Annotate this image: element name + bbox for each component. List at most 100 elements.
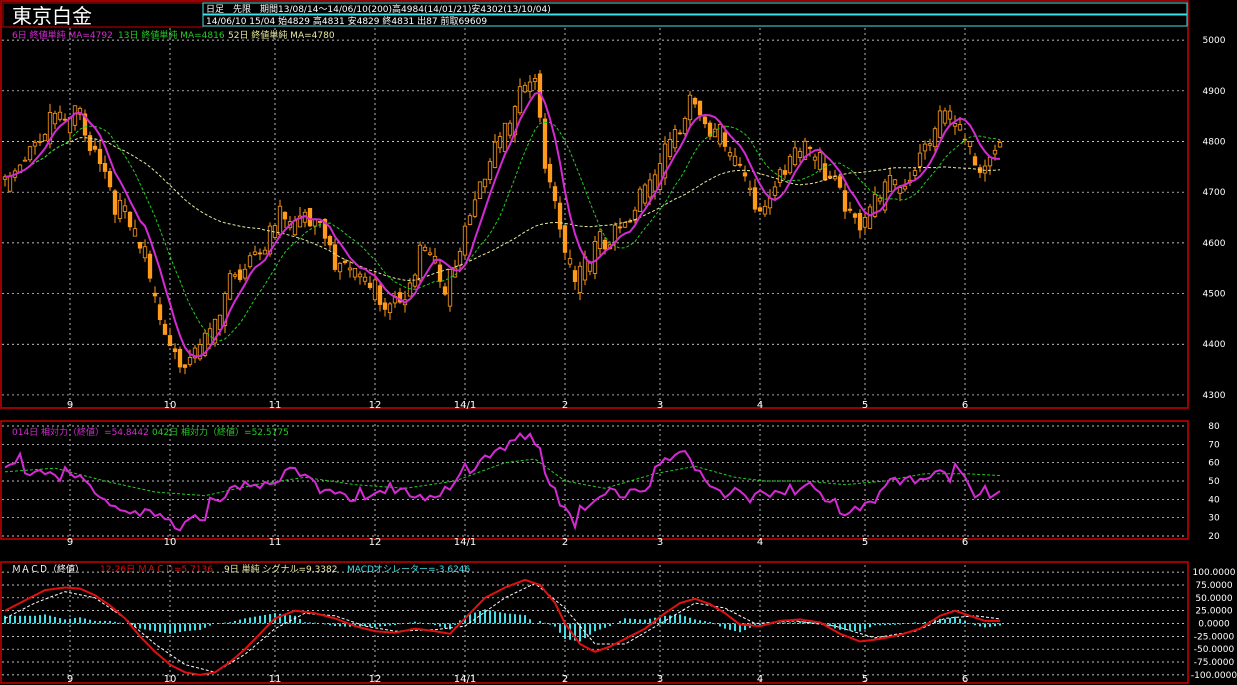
candle-body bbox=[107, 171, 113, 188]
x-tick-label: 11 bbox=[269, 674, 282, 685]
price-ytick-label: 4300 bbox=[1203, 391, 1226, 401]
candle-body bbox=[32, 142, 38, 147]
rsi-frame bbox=[0, 420, 1189, 540]
macd-ytick-label: 25.0000 bbox=[1195, 607, 1232, 617]
candle-body bbox=[112, 190, 118, 215]
candle-body bbox=[697, 100, 703, 116]
candle-body bbox=[327, 235, 333, 246]
legend-signal: 9日 単純 シグナル=9.3382 bbox=[224, 563, 337, 575]
candle-body bbox=[337, 262, 343, 273]
candle-body bbox=[972, 156, 978, 166]
price-ytick-label: 4900 bbox=[1203, 87, 1226, 97]
candle-body bbox=[532, 78, 538, 82]
candle-body bbox=[817, 152, 823, 170]
candle-body bbox=[797, 151, 803, 158]
candle-body bbox=[747, 187, 753, 190]
candle-body bbox=[667, 139, 673, 157]
legend-macd-name: ＭＡＣＤ（終値） bbox=[12, 563, 84, 575]
candle-body bbox=[437, 264, 443, 282]
candle-body bbox=[782, 170, 788, 175]
candle-body bbox=[277, 205, 283, 235]
candle-body bbox=[147, 253, 153, 279]
candle-body bbox=[692, 97, 698, 105]
x-tick-label: 14/1 bbox=[454, 400, 476, 411]
price-ytick-label: 4800 bbox=[1203, 138, 1226, 148]
candle-body bbox=[887, 175, 893, 192]
candle-body bbox=[477, 181, 483, 200]
rsi-ytick-label: 70 bbox=[1208, 440, 1220, 450]
candle-body bbox=[867, 206, 873, 229]
candle-body bbox=[117, 199, 123, 219]
legend-rsi42: 042日 相対力（終値）=52.5775 bbox=[152, 426, 289, 438]
candle-body bbox=[522, 84, 528, 93]
candle-body bbox=[672, 129, 678, 149]
candle-body bbox=[22, 159, 28, 162]
candle-body bbox=[7, 175, 13, 192]
candle-body bbox=[177, 348, 183, 368]
candle-body bbox=[422, 246, 428, 251]
x-tick-label: 9 bbox=[67, 537, 73, 548]
macd-ytick-label: 100.0000 bbox=[1193, 568, 1236, 578]
candle-body bbox=[807, 146, 813, 149]
x-tick-label: 12 bbox=[369, 537, 382, 548]
candle-body bbox=[157, 304, 163, 321]
candle-body bbox=[257, 252, 263, 255]
candle-body bbox=[517, 86, 523, 114]
price-ytick-label: 4600 bbox=[1203, 239, 1226, 249]
candle-body bbox=[677, 132, 683, 135]
candle-body bbox=[127, 211, 133, 228]
candle-body bbox=[527, 81, 533, 92]
candle-body bbox=[167, 335, 173, 347]
candle-body bbox=[377, 285, 383, 305]
x-tick-label: 10 bbox=[164, 537, 177, 548]
candle-body bbox=[347, 267, 353, 271]
candle-body bbox=[252, 251, 258, 255]
candle-body bbox=[27, 146, 33, 161]
candle-body bbox=[792, 147, 798, 166]
candle-body bbox=[787, 155, 793, 174]
candle-body bbox=[412, 274, 418, 287]
candle-body bbox=[737, 163, 743, 166]
candle-body bbox=[602, 239, 608, 250]
x-tick-label: 10 bbox=[164, 400, 177, 411]
x-tick-label: 9 bbox=[67, 400, 73, 411]
x-tick-label: 4 bbox=[757, 674, 763, 685]
candle-body bbox=[842, 190, 848, 212]
macd-ytick-label: 0.0000 bbox=[1198, 620, 1230, 630]
candle-body bbox=[837, 176, 843, 188]
candle-body bbox=[492, 141, 498, 168]
candle-body bbox=[232, 274, 238, 277]
candle-body bbox=[427, 252, 433, 255]
candle-body bbox=[387, 303, 393, 314]
candle-body bbox=[932, 128, 938, 148]
candle-body bbox=[967, 141, 973, 147]
ma6-line bbox=[4, 91, 1001, 358]
candle-body bbox=[647, 179, 653, 198]
x-tick-label: 5 bbox=[862, 400, 868, 411]
candle-body bbox=[37, 141, 43, 143]
candle-body bbox=[582, 256, 588, 281]
rsi-ytick-label: 40 bbox=[1208, 495, 1220, 505]
candle-body bbox=[42, 133, 48, 142]
candle-body bbox=[362, 276, 368, 282]
candle-body bbox=[562, 225, 568, 253]
candle-body bbox=[687, 94, 693, 121]
rsi-ytick-label: 20 bbox=[1208, 532, 1220, 542]
legend-oscillator: MACDオシレーター=-3.6246 bbox=[347, 564, 471, 575]
candle-body bbox=[417, 244, 423, 281]
candle-body bbox=[292, 220, 298, 236]
candle-body bbox=[862, 217, 868, 228]
candle-body bbox=[162, 323, 168, 335]
candle-body bbox=[367, 282, 373, 288]
candle-body bbox=[487, 161, 493, 180]
candle-body bbox=[952, 122, 958, 127]
x-tick-label: 5 bbox=[862, 674, 868, 685]
candle-body bbox=[497, 136, 503, 149]
candle-body bbox=[577, 265, 583, 293]
candle-body bbox=[857, 212, 863, 231]
macd-ytick-label: -75.0000 bbox=[1194, 658, 1235, 668]
period-info: 日足 先限 期間13/08/14～14/06/10(200)高4984(14/0… bbox=[206, 3, 551, 15]
candle-body bbox=[942, 110, 948, 124]
legend-ma13: 13日 終値単純 MA=4816 bbox=[118, 29, 225, 41]
candle-body bbox=[382, 302, 388, 310]
